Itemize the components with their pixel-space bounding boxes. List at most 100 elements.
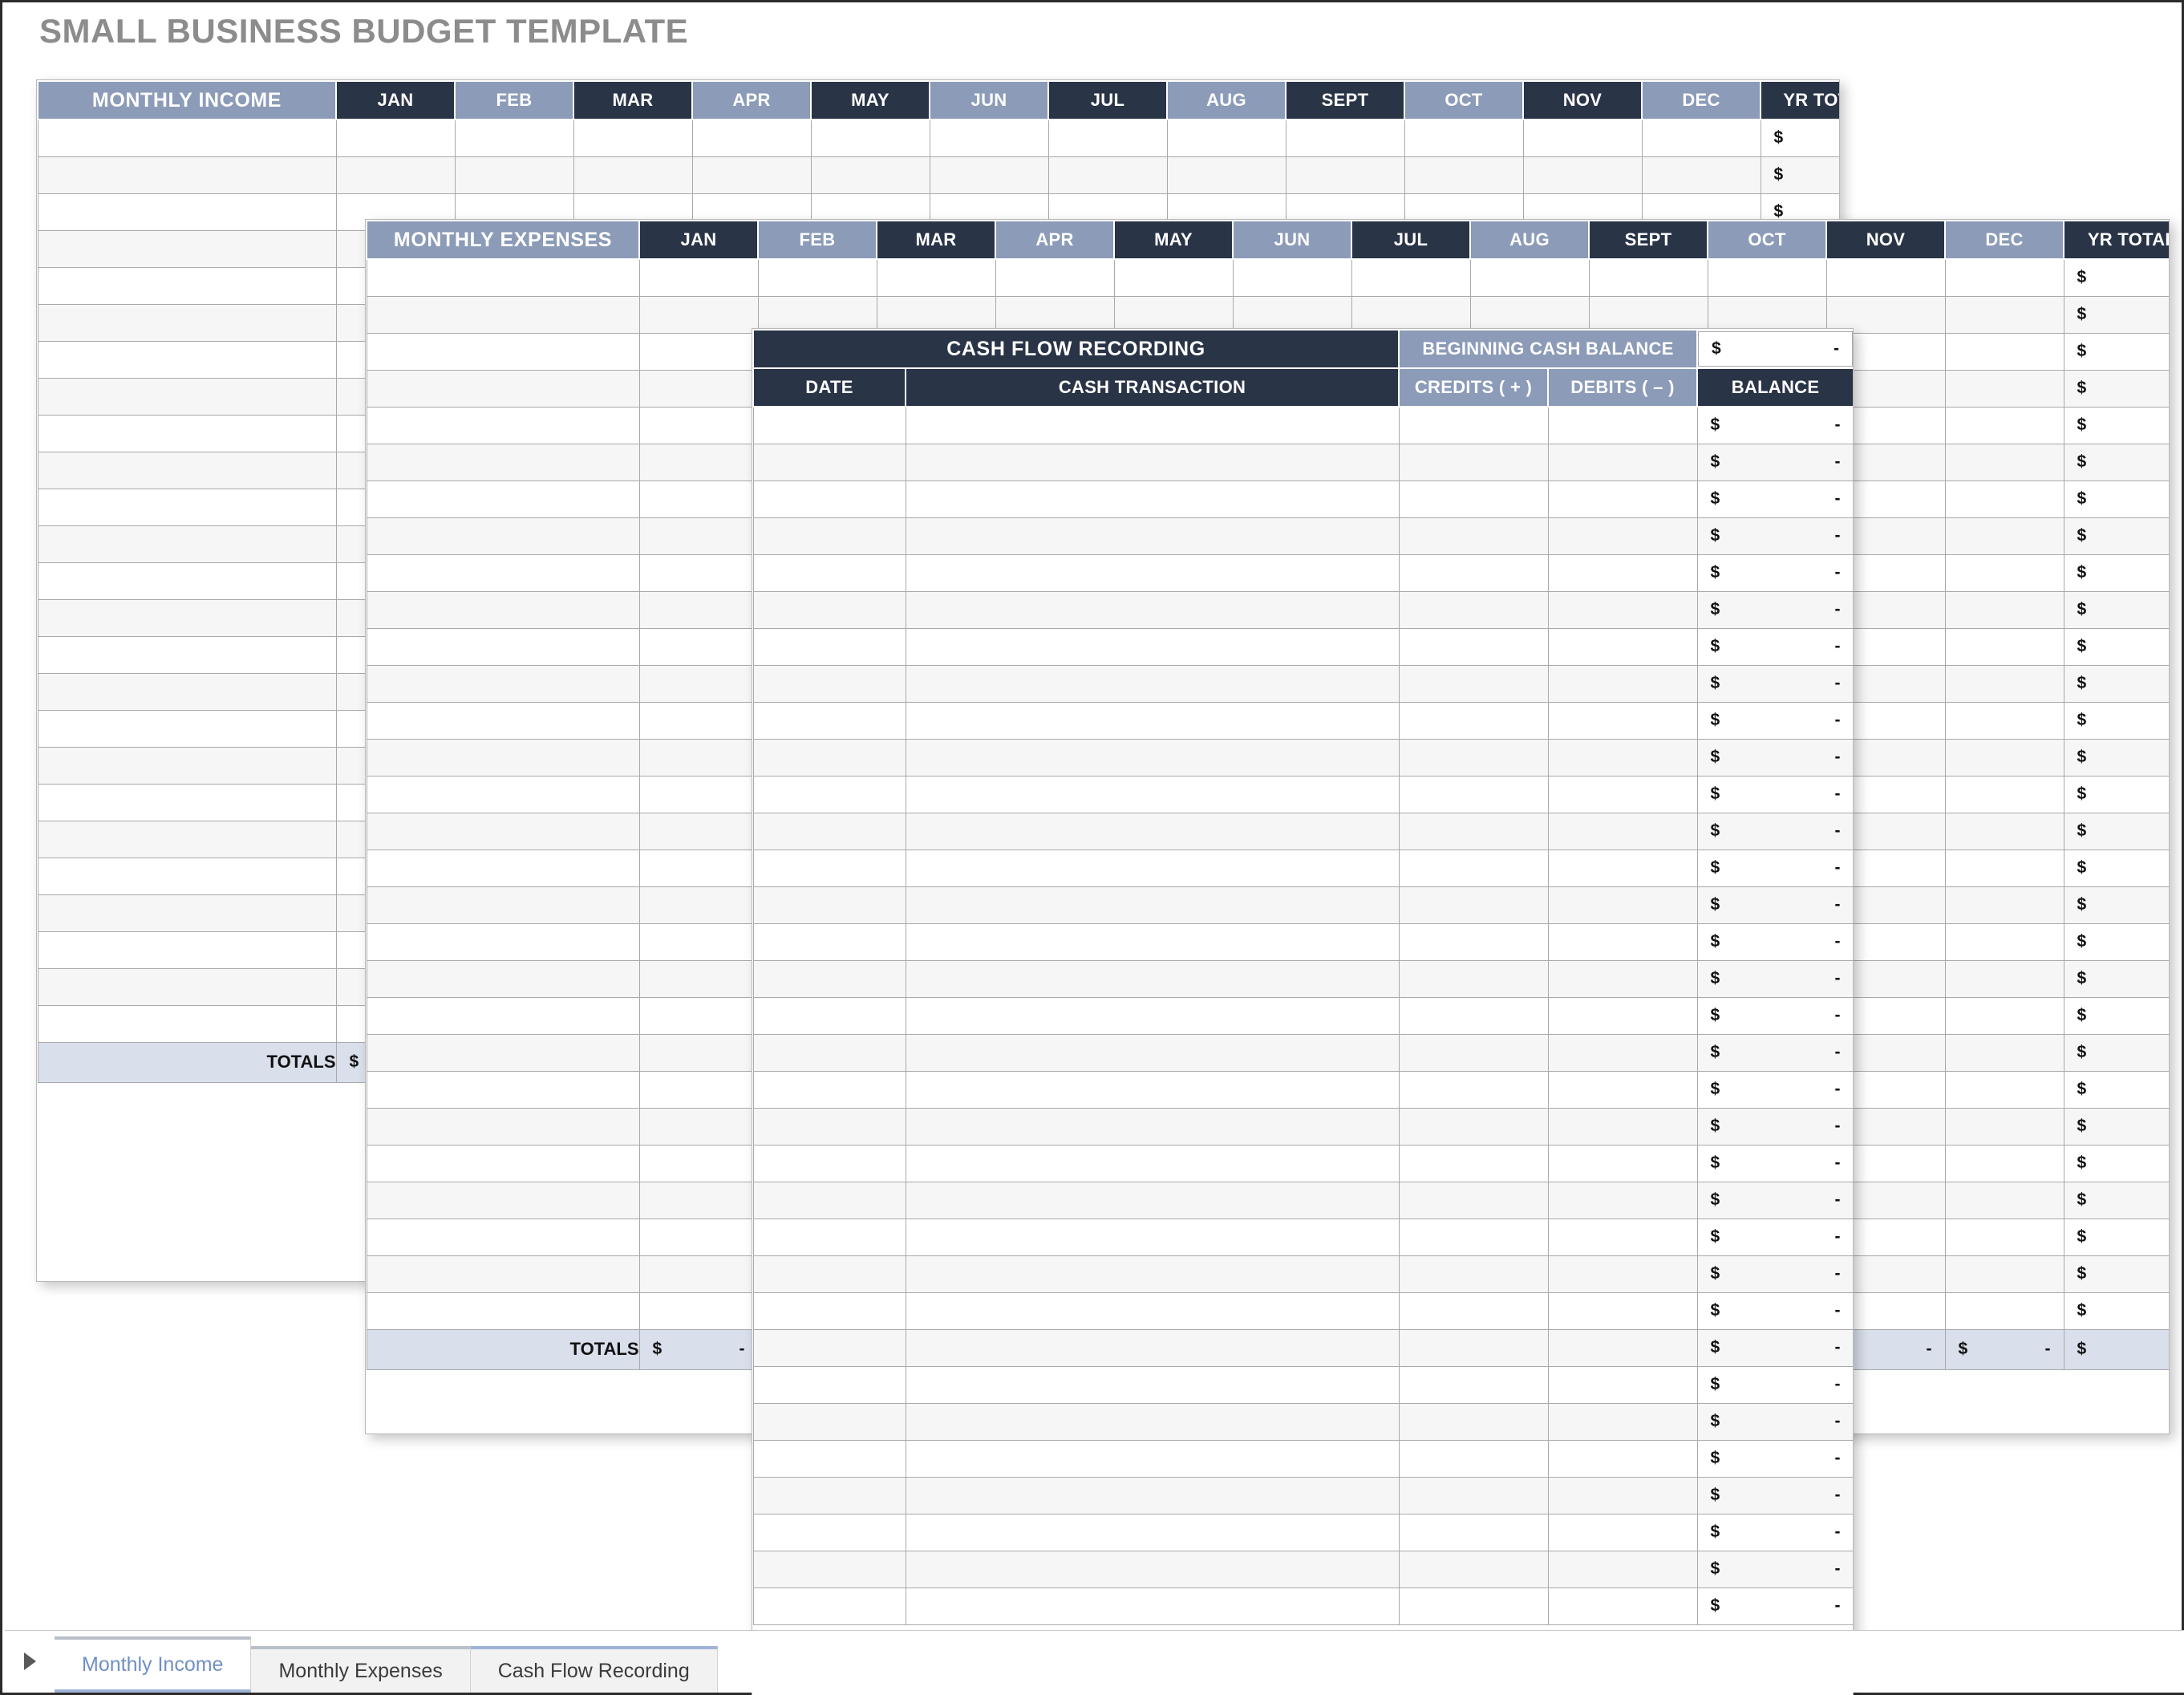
row-label-cell[interactable] (366, 258, 640, 297)
row-label-cell[interactable] (37, 967, 337, 1006)
transaction-cell[interactable] (905, 1402, 1400, 1441)
month-value-cell[interactable] (1944, 443, 2064, 481)
debits-cell[interactable] (1547, 1107, 1698, 1146)
row-label-cell[interactable] (37, 672, 337, 711)
credits-cell[interactable] (1398, 1550, 1549, 1588)
debits-cell[interactable] (1547, 1144, 1698, 1182)
table-row[interactable]: $- (752, 1587, 1853, 1625)
row-label-cell[interactable] (366, 1255, 640, 1293)
transaction-cell[interactable] (905, 1439, 1400, 1478)
cash-flow-body[interactable]: $ - $ - $ - $ - $ - $ - $ - $ - $ - $ - $ - $ - $ - $ - $ - $ - $ - $ - $ - $ -… (752, 406, 1853, 1625)
table-row[interactable]: $- (752, 443, 1853, 481)
table-row[interactable]: $- (752, 1365, 1853, 1404)
table-row[interactable]: $- (752, 590, 1853, 629)
date-cell[interactable] (752, 590, 906, 629)
table-row[interactable]: $- (752, 406, 1853, 444)
date-cell[interactable] (752, 1144, 906, 1182)
row-label-cell[interactable] (366, 886, 640, 924)
month-value-cell[interactable] (1047, 119, 1168, 157)
month-value-cell[interactable] (1944, 775, 2064, 813)
month-value-cell[interactable] (1944, 480, 2064, 518)
transaction-cell[interactable] (905, 1513, 1400, 1551)
month-value-cell[interactable] (638, 1107, 759, 1146)
credits-cell[interactable] (1398, 1070, 1549, 1109)
debits-cell[interactable] (1547, 959, 1698, 998)
table-row[interactable]: $- (752, 1292, 1853, 1330)
month-value-cell[interactable] (1944, 517, 2064, 555)
transaction-cell[interactable] (905, 701, 1400, 740)
credits-cell[interactable] (1398, 664, 1549, 703)
month-value-cell[interactable] (638, 1181, 759, 1219)
transaction-cell[interactable] (905, 517, 1400, 555)
date-cell[interactable] (752, 1328, 906, 1367)
month-value-cell[interactable] (1404, 119, 1524, 157)
transaction-cell[interactable] (905, 775, 1400, 813)
month-value-cell[interactable] (638, 959, 759, 998)
credits-cell[interactable] (1398, 1181, 1549, 1219)
month-value-cell[interactable] (573, 119, 693, 157)
month-value-cell[interactable] (638, 295, 759, 334)
date-cell[interactable] (752, 886, 906, 924)
table-row[interactable]: $- (366, 258, 2169, 297)
table-row[interactable]: $- (752, 554, 1853, 592)
row-label-cell[interactable] (366, 923, 640, 961)
debits-cell[interactable] (1547, 1439, 1698, 1478)
transaction-cell[interactable] (905, 923, 1400, 961)
credits-cell[interactable] (1398, 1587, 1549, 1625)
month-value-cell[interactable] (638, 1144, 759, 1182)
row-label-cell[interactable] (366, 554, 640, 592)
month-value-cell[interactable] (638, 517, 759, 555)
credits-cell[interactable] (1398, 738, 1549, 777)
row-label-cell[interactable] (366, 849, 640, 887)
transaction-cell[interactable] (905, 1218, 1400, 1256)
table-row[interactable]: $- (752, 627, 1853, 666)
date-cell[interactable] (752, 959, 906, 998)
date-cell[interactable] (752, 812, 906, 850)
beginning-cash-balance-value[interactable]: $ - (1696, 329, 1853, 369)
date-cell[interactable] (752, 1513, 906, 1551)
sheet-tabs[interactable]: Monthly Income Monthly Expenses Cash Flow … (55, 1636, 718, 1693)
credits-cell[interactable] (1398, 1439, 1549, 1478)
month-value-cell[interactable] (691, 156, 812, 194)
row-label-cell[interactable] (37, 783, 337, 821)
month-value-cell[interactable] (1522, 119, 1643, 157)
transaction-cell[interactable] (905, 849, 1400, 887)
date-cell[interactable] (752, 1033, 906, 1072)
transaction-cell[interactable] (905, 1255, 1400, 1293)
date-cell[interactable] (752, 664, 906, 703)
month-value-cell[interactable] (1351, 258, 1471, 297)
month-value-cell[interactable] (638, 738, 759, 777)
date-cell[interactable] (752, 775, 906, 813)
transaction-cell[interactable] (905, 554, 1400, 592)
table-row[interactable]: $- (752, 664, 1853, 703)
date-cell[interactable] (752, 1587, 906, 1625)
month-value-cell[interactable] (638, 849, 759, 887)
debits-cell[interactable] (1547, 664, 1698, 703)
transaction-cell[interactable] (905, 959, 1400, 998)
debits-cell[interactable] (1547, 886, 1698, 924)
date-cell[interactable] (752, 1107, 906, 1146)
debits-cell[interactable] (1547, 627, 1698, 666)
row-label-cell[interactable] (366, 1218, 640, 1256)
transaction-cell[interactable] (905, 406, 1400, 444)
debits-cell[interactable] (1547, 517, 1698, 555)
month-value-cell[interactable] (638, 590, 759, 629)
row-label-cell[interactable] (366, 406, 640, 444)
sheet-tab-monthly-expenses[interactable]: Monthly Expenses (251, 1646, 471, 1693)
date-cell[interactable] (752, 1255, 906, 1293)
credits-cell[interactable] (1398, 812, 1549, 850)
transaction-cell[interactable] (905, 1292, 1400, 1330)
row-label-cell[interactable] (37, 414, 337, 452)
row-label-cell[interactable] (366, 627, 640, 666)
month-value-cell[interactable] (1047, 156, 1168, 194)
month-value-cell[interactable] (454, 156, 574, 194)
row-label-cell[interactable] (37, 377, 337, 416)
month-value-cell[interactable] (1469, 258, 1590, 297)
month-value-cell[interactable] (1944, 1292, 2064, 1330)
date-cell[interactable] (752, 1292, 906, 1330)
credits-cell[interactable] (1398, 1218, 1549, 1256)
month-value-cell[interactable] (1944, 1033, 2064, 1072)
row-label-cell[interactable] (37, 746, 337, 785)
tab-scroll-right-icon[interactable] (5, 1630, 55, 1693)
table-row[interactable]: $- (752, 1439, 1853, 1478)
